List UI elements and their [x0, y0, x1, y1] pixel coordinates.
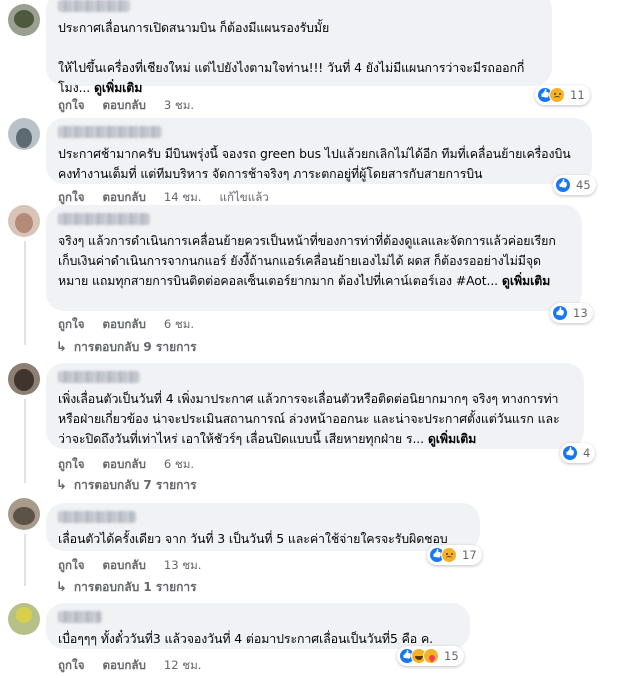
like-reaction-icon: [562, 445, 578, 461]
view-replies-link[interactable]: ↳ การตอบกลับ 7 รายการ: [56, 476, 197, 495]
comment-bubble: เลื่อนตัวได้ครั้งเดียว จาก วันที่ 3 เป็น…: [46, 503, 480, 551]
avatar[interactable]: [8, 363, 40, 395]
see-more-link[interactable]: ดูเพิ่มเติม: [94, 80, 142, 95]
timestamp[interactable]: 12 ชม.: [164, 657, 202, 675]
comment-actions: ถูกใจ ตอบกลับ 13 ชม.: [58, 557, 219, 575]
reaction-count: 4: [583, 446, 591, 460]
author-name[interactable]: [58, 511, 136, 523]
thread-line: [24, 241, 26, 345]
comment-actions: ถูกใจ ตอบกลับ 6 ชม.: [58, 316, 212, 334]
comment-actions: ถูกใจ ตอบกลับ 3 ชม.: [58, 97, 212, 115]
like-button[interactable]: ถูกใจ: [58, 97, 85, 115]
comment-text: ประกาศเลื่อนการเปิดสนามบิน ก็ต้องมีแผนรอ…: [58, 20, 525, 95]
reply-button[interactable]: ตอบกลับ: [103, 456, 146, 474]
author-name[interactable]: [58, 371, 140, 383]
reply-button[interactable]: ตอบกลับ: [103, 557, 146, 575]
see-more-link[interactable]: ดูเพิ่มเติม: [428, 431, 476, 446]
thread-line: [24, 399, 26, 483]
reaction-summary[interactable]: 4: [560, 443, 596, 463]
author-name[interactable]: [58, 213, 150, 225]
reaction-summary[interactable]: 17: [427, 545, 482, 565]
avatar[interactable]: [8, 498, 40, 530]
like-button[interactable]: ถูกใจ: [58, 456, 85, 474]
care-reaction-icon: [423, 648, 439, 664]
sad-reaction-icon: [441, 547, 457, 563]
comment-bubble: จริงๆ แล้วการดำเนินการเคลื่อนย้ายควรเป็น…: [46, 205, 582, 311]
reaction-summary[interactable]: 13: [550, 303, 593, 323]
author-name[interactable]: [58, 0, 130, 12]
avatar[interactable]: [8, 118, 40, 150]
avatar[interactable]: [8, 205, 40, 237]
like-reaction-icon: [552, 305, 568, 321]
see-more-link[interactable]: ดูเพิ่มเติม: [502, 273, 550, 288]
comment-text: ประกาศช้ามากครับ มีบินพรุ่งนี้ จองรถ gre…: [58, 146, 571, 181]
timestamp[interactable]: 3 ชม.: [164, 97, 194, 115]
reaction-summary[interactable]: 11: [535, 85, 590, 105]
author-name[interactable]: [58, 126, 162, 138]
thread-line: [24, 534, 26, 586]
view-replies-link[interactable]: ↳ การตอบกลับ 1 รายการ: [56, 578, 197, 597]
reply-arrow-icon: ↳: [56, 580, 67, 595]
view-replies-link[interactable]: ↳ การตอบกลับ 9 รายการ: [56, 338, 197, 357]
comment-bubble: เบื่อๆๆๆ ทั้งตั๋ววันที่3 แล้วจองวันที่ 4…: [46, 603, 470, 649]
comment-actions: ถูกใจ ตอบกลับ 12 ชม.: [58, 657, 219, 675]
reaction-summary[interactable]: 15: [397, 646, 464, 666]
reaction-count: 11: [570, 88, 585, 102]
reply-button[interactable]: ตอบกลับ: [103, 657, 146, 675]
comment-text: จริงๆ แล้วการดำเนินการเคลื่อนย้ายควรเป็น…: [58, 233, 556, 288]
comment-bubble: เพิ่งเลื่อนตัวเป็นวันที่ 4 เพิ่งมาประกาศ…: [46, 363, 584, 449]
comment-actions: ถูกใจ ตอบกลับ 6 ชม.: [58, 456, 212, 474]
reaction-summary[interactable]: 45: [553, 175, 596, 195]
avatar[interactable]: [8, 4, 40, 36]
reply-button[interactable]: ตอบกลับ: [103, 97, 146, 115]
like-button[interactable]: ถูกใจ: [58, 316, 85, 334]
avatar[interactable]: [8, 603, 40, 635]
comment-text: เพิ่งเลื่อนตัวเป็นวันที่ 4 เพิ่งมาประกาศ…: [58, 391, 560, 446]
reply-button[interactable]: ตอบกลับ: [103, 316, 146, 334]
sad-reaction-icon: [549, 87, 565, 103]
timestamp[interactable]: 6 ชม.: [164, 456, 194, 474]
comment-text: เบื่อๆๆๆ ทั้งตั๋ววันที่3 แล้วจองวันที่ 4…: [58, 631, 433, 646]
comment-bubble: ประกาศเลื่อนการเปิดสนามบิน ก็ต้องมีแผนรอ…: [46, 0, 552, 95]
timestamp[interactable]: 13 ชม.: [164, 557, 202, 575]
reaction-count: 13: [573, 306, 588, 320]
reply-arrow-icon: ↳: [56, 340, 67, 355]
reply-arrow-icon: ↳: [56, 478, 67, 493]
comment-text: เลื่อนตัวได้ครั้งเดียว จาก วันที่ 3 เป็น…: [58, 531, 448, 546]
reaction-count: 17: [462, 548, 477, 562]
like-button[interactable]: ถูกใจ: [58, 657, 85, 675]
like-reaction-icon: [555, 177, 571, 193]
reaction-count: 15: [444, 649, 459, 663]
author-name[interactable]: [58, 611, 102, 623]
reaction-count: 45: [576, 178, 591, 192]
comment-bubble: ประกาศช้ามากครับ มีบินพรุ่งนี้ จองรถ gre…: [46, 118, 592, 184]
like-button[interactable]: ถูกใจ: [58, 557, 85, 575]
timestamp[interactable]: 6 ชม.: [164, 316, 194, 334]
